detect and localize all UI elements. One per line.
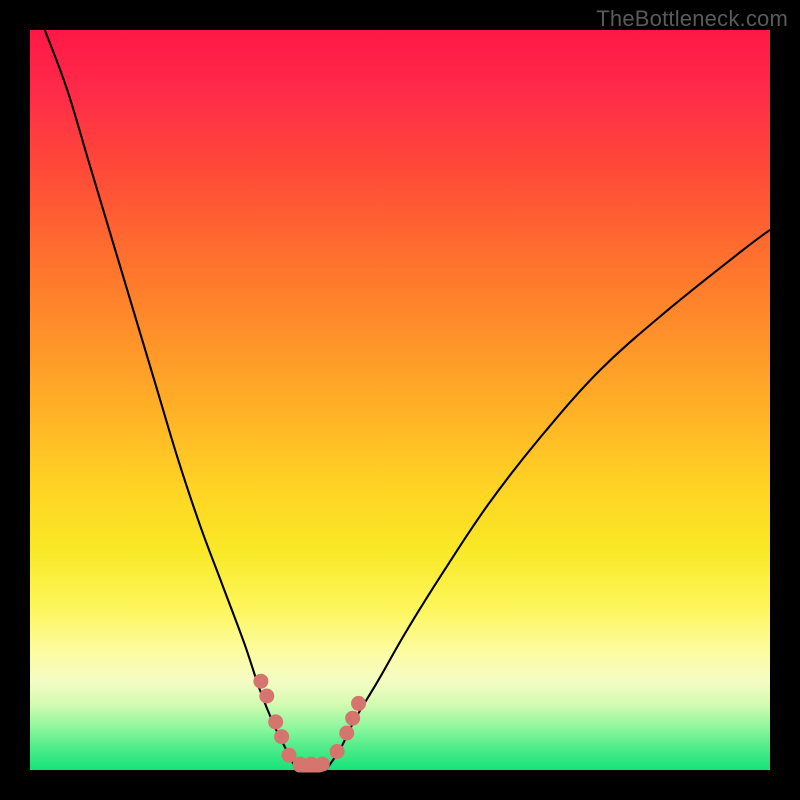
plot-area: [30, 30, 770, 770]
watermark-text: TheBottleneck.com: [596, 6, 788, 32]
marker-point: [259, 689, 274, 704]
chart-frame: TheBottleneck.com: [0, 0, 800, 800]
curves-group: [45, 30, 770, 770]
marker-point: [253, 674, 268, 689]
marker-point: [339, 726, 354, 741]
marker-point: [315, 757, 330, 772]
curve-svg: [30, 30, 770, 770]
markers-group: [253, 674, 366, 772]
marker-point: [345, 711, 360, 726]
curve-left-curve: [45, 30, 297, 770]
marker-point: [274, 729, 289, 744]
marker-point: [351, 696, 366, 711]
marker-point: [268, 714, 283, 729]
marker-point: [330, 744, 345, 759]
curve-right-curve: [326, 230, 770, 770]
